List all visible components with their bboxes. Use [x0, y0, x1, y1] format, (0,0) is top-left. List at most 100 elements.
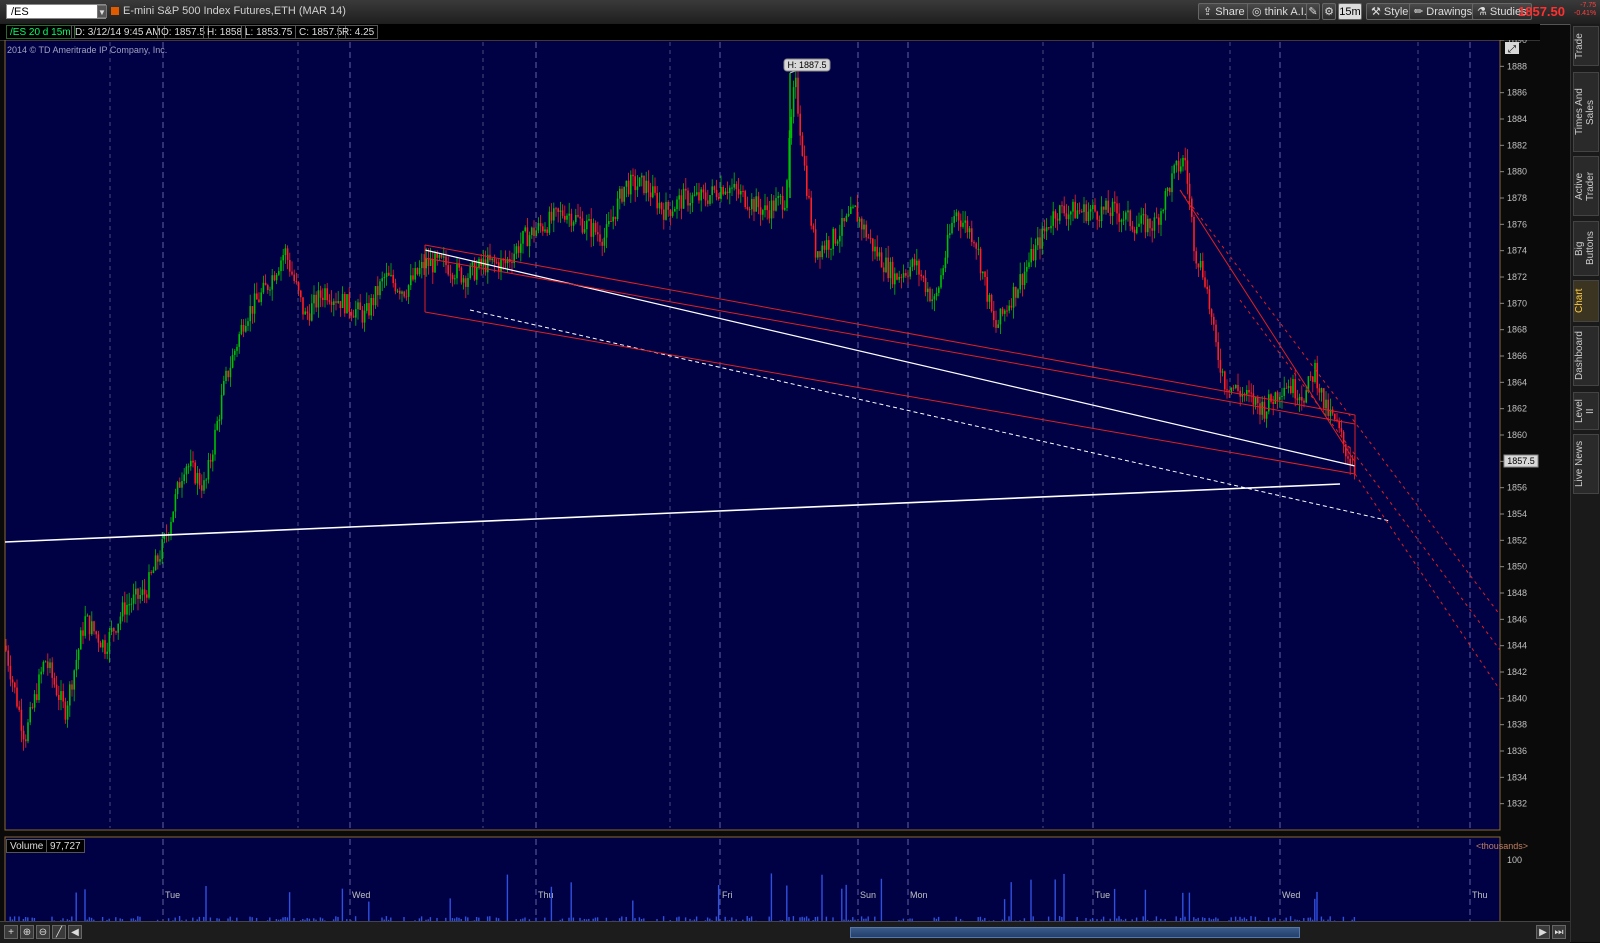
tab-chart[interactable]: Chart [1573, 280, 1599, 322]
candle-body [1166, 188, 1169, 192]
tab-times-and-sales[interactable]: Times And Sales [1573, 72, 1599, 152]
candle-body [619, 188, 621, 199]
drawings-button[interactable]: ✏ Drawings [1409, 3, 1478, 20]
candle-body [883, 267, 885, 273]
candle-body [449, 274, 452, 276]
candle-body [150, 572, 152, 574]
candle-body [102, 640, 104, 648]
tab-live-news[interactable]: Live News [1573, 434, 1599, 494]
candle-body [524, 227, 526, 232]
candle-body [414, 268, 416, 280]
candle-body [1103, 206, 1105, 210]
candle-body [1087, 211, 1090, 222]
candle-body [625, 180, 628, 187]
candle-body [1105, 200, 1107, 210]
candle-body [845, 215, 848, 222]
settings-button[interactable]: ⚙ [1322, 3, 1336, 20]
candle-body [300, 290, 302, 298]
scroll-left-button[interactable]: ◀ [68, 925, 82, 939]
candle-body [493, 258, 496, 263]
candle-body [119, 616, 122, 624]
candle-body [1010, 305, 1013, 308]
candle-body [1347, 456, 1349, 459]
symbol-input[interactable]: /ES [6, 4, 106, 19]
chart-spec[interactable]: /ES 20 d 15m [6, 25, 75, 39]
day-label: Mon [910, 890, 928, 900]
candle-body [1039, 237, 1041, 249]
candle-body [533, 227, 535, 237]
tab-level-ii[interactable]: Level II [1573, 392, 1599, 430]
candle-body [924, 278, 927, 293]
candle-body [374, 286, 377, 306]
candle-body [1292, 379, 1294, 394]
candle-body [390, 274, 392, 276]
day-label: Fri [722, 890, 733, 900]
volume-bar [1063, 873, 1065, 928]
scroll-end-button[interactable]: ⏭ [1552, 925, 1566, 939]
candle-body [1195, 251, 1197, 264]
candle-body [973, 241, 975, 244]
style-button[interactable]: ⚒ Style [1366, 3, 1414, 20]
candle-body [236, 346, 238, 351]
candle-body [355, 309, 357, 318]
scrollbar-thumb[interactable] [850, 927, 1300, 938]
candle-body [711, 186, 713, 196]
bar-high: H: 1858 [203, 25, 247, 39]
candle-body [190, 460, 192, 467]
candle-body [707, 200, 709, 204]
candle-body [20, 709, 23, 731]
symbol-dropdown-icon[interactable]: ▼ [97, 5, 107, 18]
candle-body [425, 258, 427, 269]
candle-body [172, 511, 174, 522]
price-tick-label: 1880 [1507, 167, 1527, 177]
candle-body [357, 302, 359, 310]
candle-body [185, 466, 188, 475]
zoom-button[interactable]: ⊕ [20, 925, 34, 939]
candle-body [130, 603, 133, 605]
candle-body [84, 616, 86, 636]
candle-body [231, 354, 234, 368]
aggregation-button[interactable]: 15m [1338, 3, 1362, 20]
price-tick-label: 1856 [1507, 483, 1527, 493]
candle-body [682, 188, 685, 209]
candle-body [1109, 212, 1112, 216]
candle-body [73, 670, 75, 690]
candle-body [335, 301, 337, 303]
candle-body [702, 189, 705, 193]
candle-body [933, 296, 936, 300]
instrument-title: E-mini S&P 500 Index Futures,ETH (MAR 14… [123, 5, 346, 17]
candle-body [339, 301, 342, 309]
candle-body [808, 195, 810, 198]
candle-body [814, 229, 817, 258]
candle-body [370, 297, 372, 316]
volume-bar [821, 874, 823, 928]
candle-body [115, 631, 117, 633]
high-marker-label: H: 1887.5 [787, 60, 826, 70]
candle-body [704, 192, 707, 201]
candle-body [1250, 392, 1252, 394]
tab-active-trader[interactable]: Active Trader [1573, 156, 1599, 216]
share-button[interactable]: ⇪ Share [1198, 3, 1250, 20]
price-tick-label: 1884 [1507, 114, 1527, 124]
candle-body [418, 268, 421, 275]
price-chart[interactable]: 1832 1834 1836 1838 1840 1842 1844 1846 1848 1850… [0, 40, 1540, 940]
draw-line-button[interactable]: ╱ [52, 925, 66, 939]
tab-big-buttons[interactable]: Big Buttons [1573, 221, 1599, 276]
candle-body [1017, 289, 1019, 298]
tools-button[interactable]: ✎ [1306, 3, 1320, 20]
think-ai-button[interactable]: ◎ think A.I. [1247, 3, 1312, 20]
candle-body [421, 261, 423, 269]
price-tick-label: 1862 [1507, 404, 1527, 414]
candle-body [1301, 396, 1303, 401]
scroll-right-button[interactable]: ▶ [1536, 925, 1550, 939]
tab-dashboard[interactable]: Dashboard [1573, 326, 1599, 386]
zoom-in-button[interactable]: + [4, 925, 18, 939]
candle-body [891, 261, 894, 285]
zoom-out-button[interactable]: ⊖ [36, 925, 50, 939]
candle-body [962, 222, 964, 227]
candle-body [465, 278, 467, 287]
candle-body [1235, 385, 1237, 389]
day-label: Wed [352, 890, 370, 900]
candle-body [113, 628, 115, 632]
tab-trade[interactable]: Trade [1573, 26, 1599, 66]
